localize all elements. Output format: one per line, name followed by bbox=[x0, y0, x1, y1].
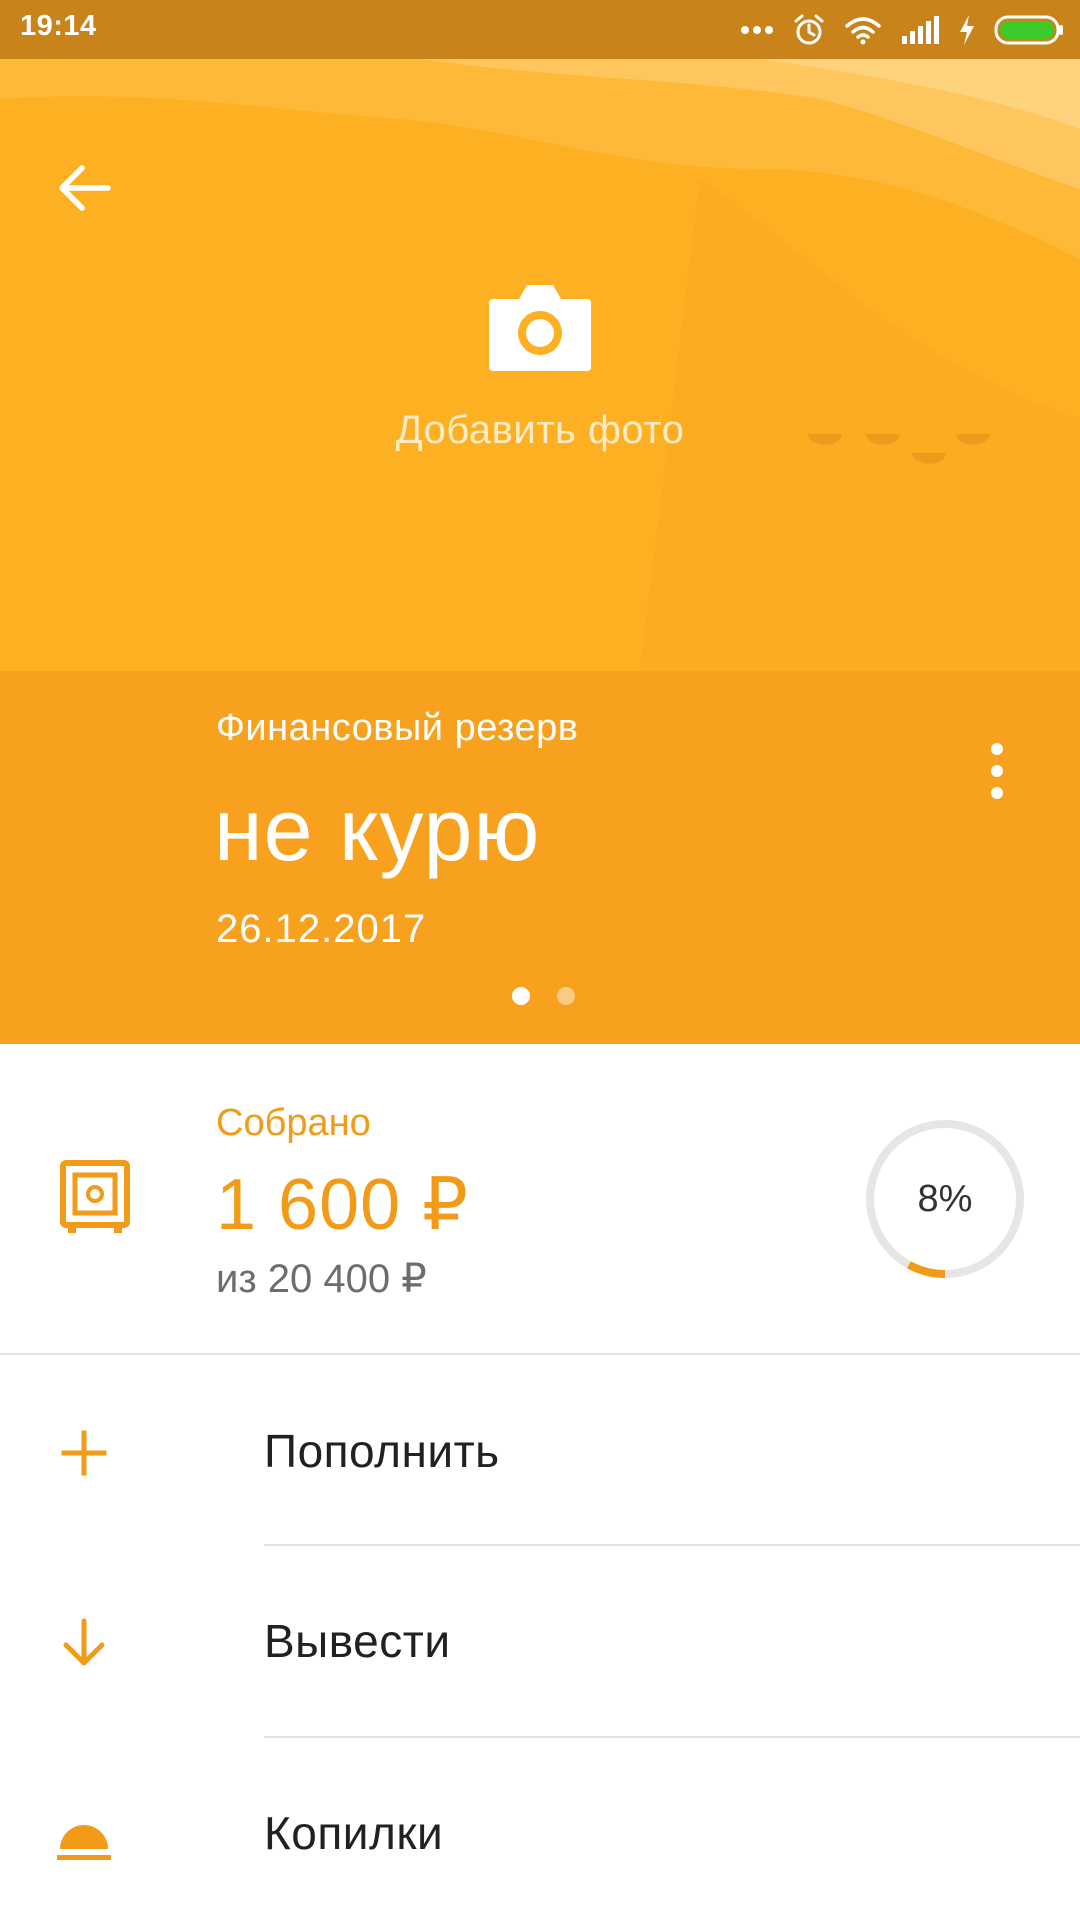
charging-icon bbox=[958, 15, 976, 45]
status-icons bbox=[740, 12, 1064, 48]
goal-type: Финансовый резерв bbox=[216, 707, 579, 749]
more-dots-icon bbox=[740, 25, 774, 35]
action-piggy-banks[interactable]: Копилки bbox=[0, 1740, 1080, 1920]
collected-section: Собрано 1 600 ₽ из 20 400 ₽ 8% bbox=[0, 1044, 1080, 1354]
battery-icon bbox=[994, 15, 1064, 45]
page-indicator bbox=[0, 987, 1080, 1007]
wifi-icon bbox=[844, 15, 882, 45]
back-button[interactable] bbox=[40, 143, 130, 233]
add-photo-label: Добавить фото bbox=[395, 408, 685, 452]
action-label: Вывести bbox=[264, 1615, 451, 1667]
add-photo-button[interactable]: Добавить фото bbox=[0, 279, 1080, 453]
piggy-bank-icon bbox=[54, 1805, 114, 1870]
goal-date: 26.12.2017 bbox=[216, 907, 427, 951]
plus-icon bbox=[54, 1423, 114, 1488]
action-label: Пополнить bbox=[264, 1425, 500, 1477]
status-time: 19:14 bbox=[20, 10, 97, 42]
alarm-icon bbox=[792, 13, 826, 47]
goal-card: Финансовый резерв не курю 26.12.2017 bbox=[0, 671, 1080, 1044]
progress-percent: 8% bbox=[917, 1178, 973, 1220]
signal-icon bbox=[900, 16, 940, 44]
more-options-button[interactable] bbox=[972, 723, 1022, 833]
arrow-left-icon bbox=[59, 165, 111, 211]
action-label: Копилки bbox=[264, 1807, 444, 1859]
divider bbox=[264, 1736, 1080, 1738]
more-vert-icon-dot bbox=[991, 787, 1003, 799]
progress-ring: 8% bbox=[862, 1116, 1028, 1282]
goal-name: не курю bbox=[214, 780, 541, 879]
page-dot[interactable] bbox=[557, 987, 575, 1005]
divider bbox=[264, 1544, 1080, 1546]
collected-target: из 20 400 ₽ bbox=[216, 1257, 427, 1301]
page-dot-active[interactable] bbox=[512, 987, 530, 1005]
divider bbox=[0, 1353, 1080, 1355]
status-bar: 19:14 bbox=[0, 0, 1080, 59]
camera-icon bbox=[485, 279, 595, 380]
action-withdraw[interactable]: Вывести bbox=[0, 1548, 1080, 1738]
more-vert-icon-dot bbox=[991, 743, 1003, 755]
screen: 19:14 Добавить фото Финансовый резерв не… bbox=[0, 0, 1080, 1920]
photo-header: Добавить фото bbox=[0, 59, 1080, 671]
collected-amount: 1 600 ₽ bbox=[216, 1165, 469, 1245]
arrow-down-icon bbox=[54, 1613, 114, 1678]
action-top-up[interactable]: Пополнить bbox=[0, 1358, 1080, 1548]
collected-label: Собрано bbox=[216, 1102, 371, 1144]
safe-icon bbox=[60, 1160, 130, 1239]
more-vert-icon-dot bbox=[991, 765, 1003, 777]
